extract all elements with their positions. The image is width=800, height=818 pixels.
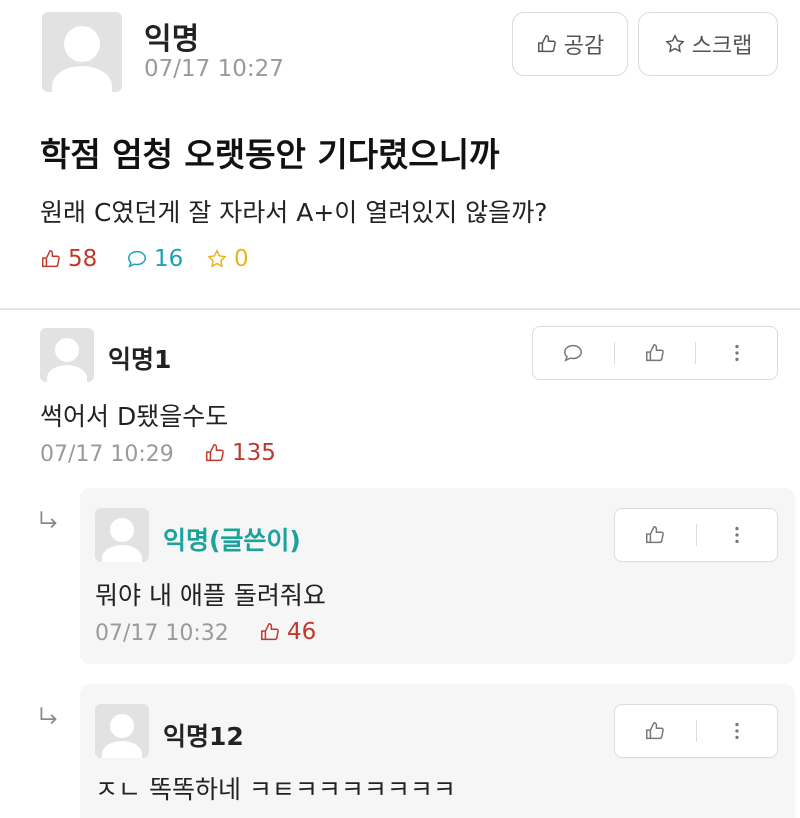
- thumbs-up-icon: [646, 344, 664, 362]
- speech-bubble-icon: [564, 344, 583, 362]
- reply-more-button[interactable]: [697, 705, 778, 757]
- comment-like-count: 135: [204, 440, 276, 466]
- reply-text: 뭐야 내 애플 돌려줘요: [95, 581, 326, 610]
- reply-more-button[interactable]: [697, 509, 778, 561]
- reply-action-bar: [614, 704, 778, 758]
- post-like-label: 공감: [563, 34, 605, 59]
- post-author-name: 익명: [144, 22, 200, 57]
- reply-arrow-icon: [40, 511, 57, 529]
- reply-avatar: [95, 508, 149, 562]
- speech-bubble-icon: [128, 250, 146, 268]
- more-vertical-icon: [735, 344, 739, 362]
- post-body: 원래 C였던게 잘 자라서 A+이 열려있지 않을까?: [40, 198, 548, 227]
- post-comment-count: 16: [126, 246, 183, 272]
- thumbs-up-icon: [261, 623, 279, 641]
- comment-reply-button[interactable]: [533, 327, 614, 379]
- thumbs-up-icon: [537, 35, 556, 53]
- post-author-avatar: [42, 12, 122, 92]
- post-divider: [0, 308, 800, 310]
- post-like-count: 58: [40, 246, 97, 272]
- more-vertical-icon: [735, 722, 739, 740]
- thumbs-up-icon: [42, 250, 60, 268]
- more-vertical-icon: [735, 526, 739, 544]
- reply-avatar: [95, 704, 149, 758]
- star-icon: [664, 34, 685, 53]
- reply-author-name-op: 익명(글쓴이): [163, 526, 301, 555]
- comment-like-button[interactable]: [615, 327, 696, 379]
- comment-timestamp: 07/17 10:29: [40, 442, 174, 467]
- post-like-button[interactable]: 공감: [512, 12, 628, 76]
- reply-text: ㅈㄴ 똑똑하네 ㅋㅌㅋㅋㅋㅋㅋㅋㅋ: [95, 775, 456, 804]
- comment-action-bar: [532, 326, 778, 380]
- reply-timestamp: 07/17 10:32: [95, 621, 229, 646]
- post-scrap-label: 스크랩: [691, 34, 753, 59]
- reply-like-button[interactable]: [615, 509, 696, 561]
- comment-text: 썩어서 D됐을수도: [40, 402, 229, 431]
- thumbs-up-icon: [646, 722, 665, 740]
- thumbs-up-icon: [206, 444, 224, 462]
- reply-arrow-icon: [40, 707, 57, 725]
- post-scrap-button[interactable]: 스크랩: [638, 12, 778, 76]
- comment-author-name: 익명1: [108, 345, 172, 374]
- post-scrap-count: 0: [206, 246, 249, 272]
- post-title: 학점 엄청 오랫동안 기다렸으니까: [40, 135, 500, 174]
- comment-more-button[interactable]: [696, 327, 777, 379]
- comment-avatar: [40, 328, 94, 382]
- reply-action-bar: [614, 508, 778, 562]
- reply-author-name: 익명12: [163, 722, 244, 751]
- star-icon: [207, 249, 227, 268]
- reply-like-button[interactable]: [615, 705, 696, 757]
- post-timestamp: 07/17 10:27: [144, 56, 284, 82]
- thumbs-up-icon: [646, 526, 665, 544]
- reply-like-count: 46: [259, 619, 316, 645]
